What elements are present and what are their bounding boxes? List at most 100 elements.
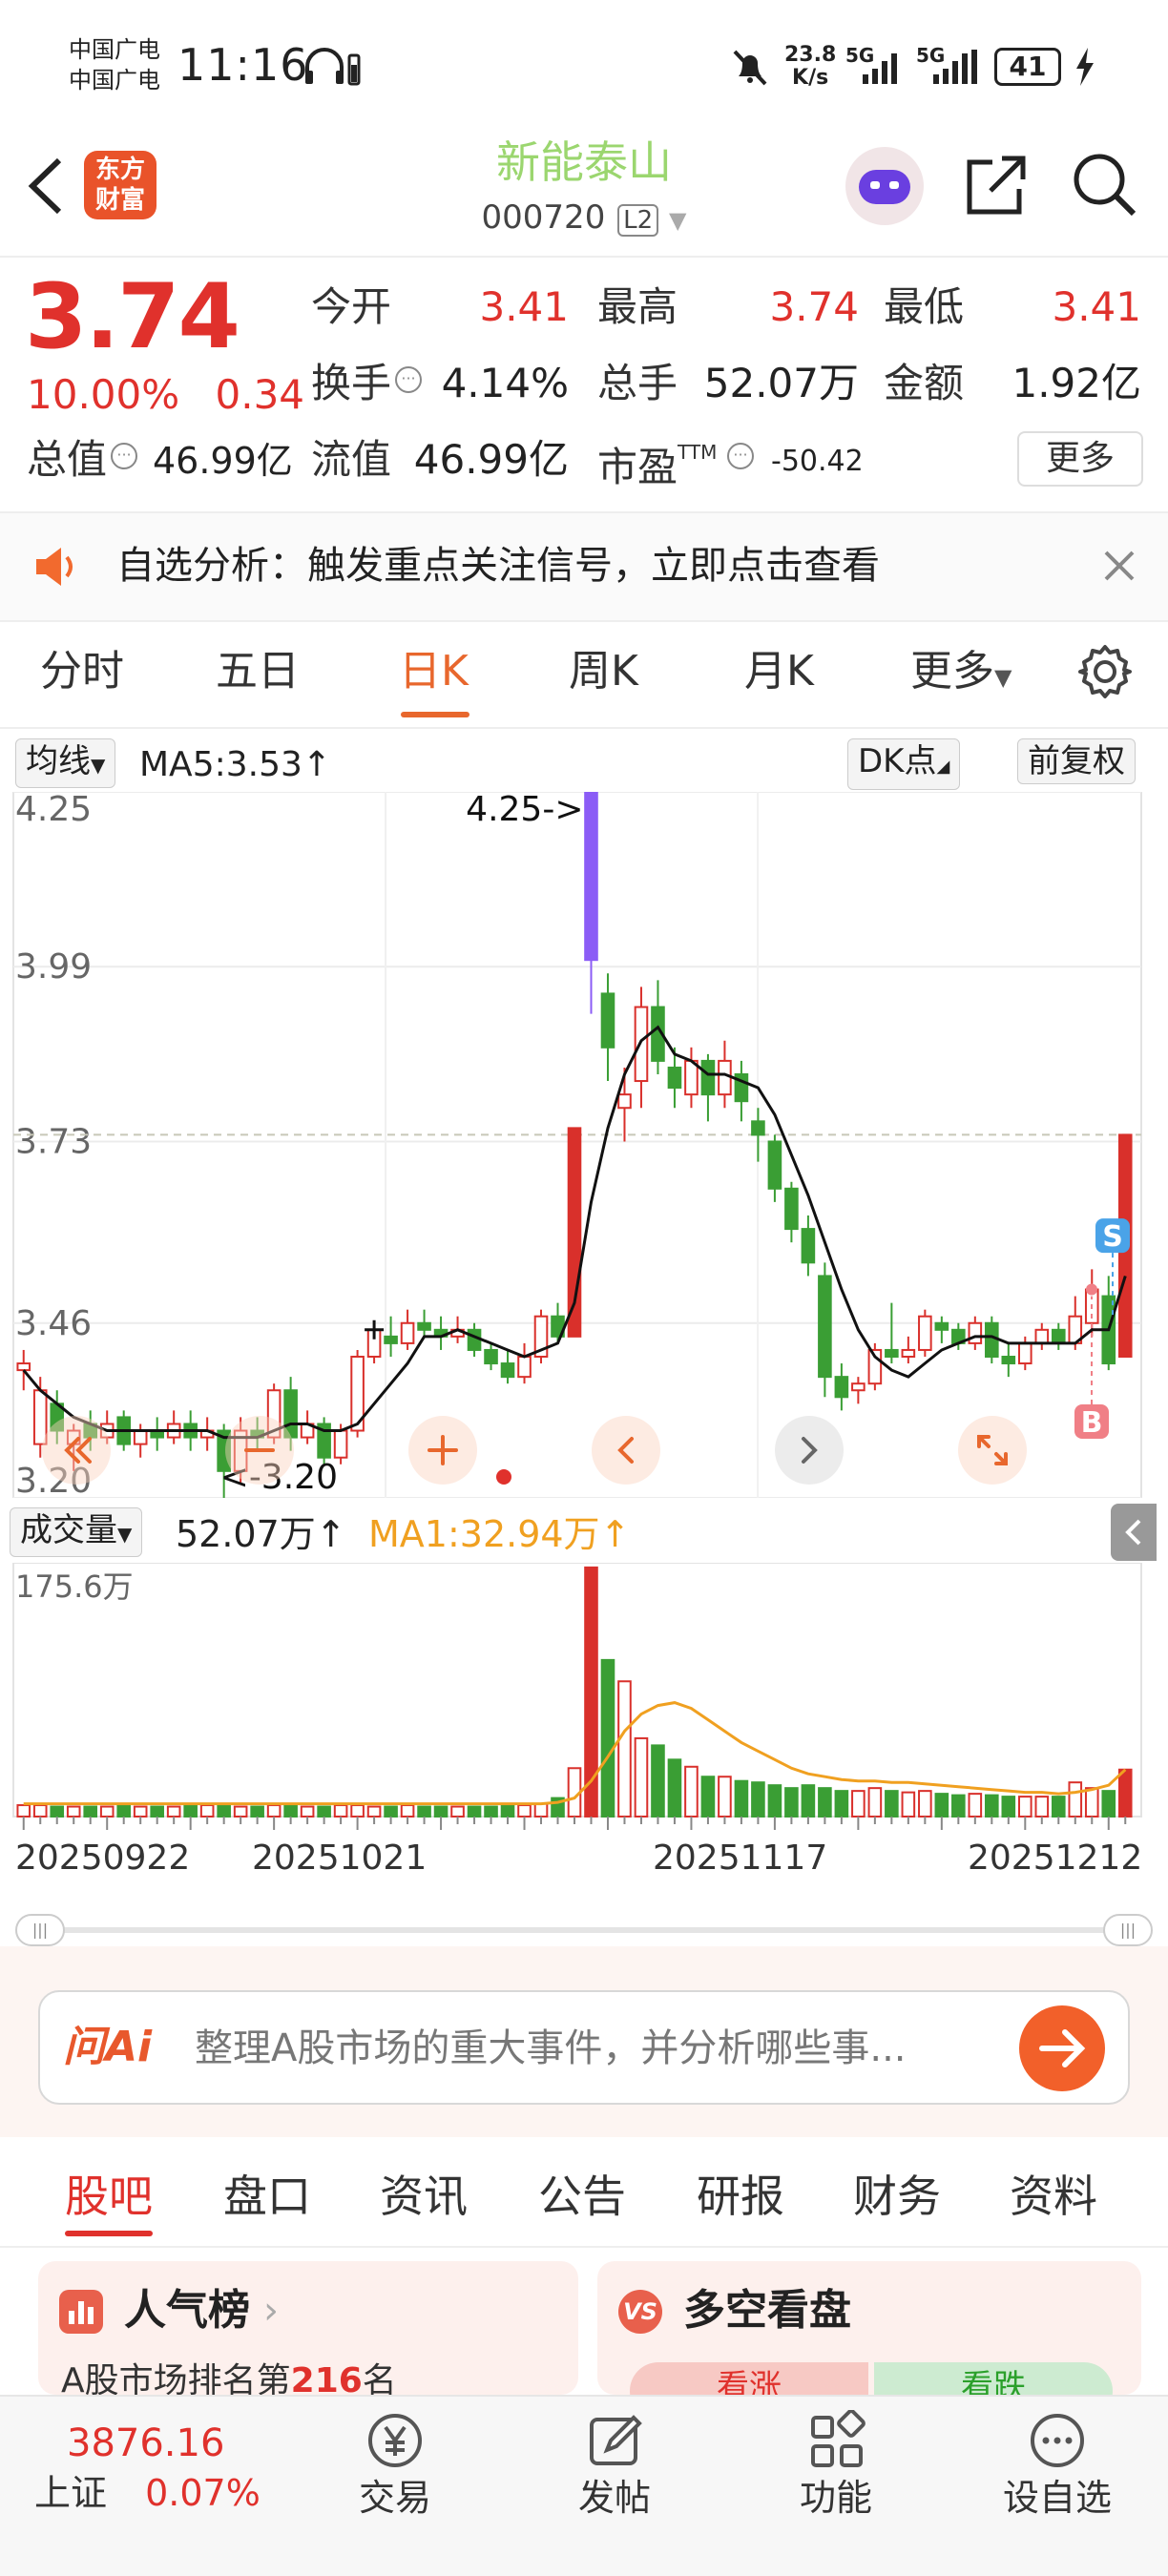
current-price: 3.74 — [25, 265, 240, 369]
index-change: 0.07% — [145, 2472, 261, 2514]
tab-news[interactable]: 资讯 — [380, 2168, 468, 2225]
share-icon[interactable] — [964, 153, 1031, 219]
volume-max-label: 175.6万 — [15, 1568, 134, 1605]
tab-daily-k[interactable]: 日K — [399, 643, 469, 700]
bearish-button[interactable]: 看跌 — [874, 2362, 1113, 2395]
tab-finance[interactable]: 财务 — [853, 2168, 941, 2225]
zoom-in-button[interactable] — [408, 1416, 477, 1485]
kline-chart[interactable]: 4.253.993.733.463.204.25-><-3.20SB — [0, 792, 1168, 1498]
date-label: 20251212 — [968, 1839, 1143, 1878]
stock-code: 000720 — [481, 198, 606, 237]
chevron-right-button[interactable] — [775, 1416, 844, 1485]
dk-points-button[interactable]: DK点◢ — [847, 738, 961, 790]
info-icon[interactable]: ··· — [727, 443, 754, 469]
volume-bar — [317, 1805, 331, 1818]
volume-bar — [818, 1787, 832, 1818]
more-button[interactable]: 更多 — [1017, 431, 1143, 487]
bull-bear-card[interactable]: VS 多空看盘 看涨 看跌 — [597, 2261, 1141, 2395]
search-icon[interactable] — [1071, 151, 1139, 219]
volume-bar — [150, 1805, 164, 1818]
volume-indicator-select[interactable]: 成交量▼ — [10, 1507, 143, 1557]
float-cap-label: 流值 — [311, 436, 392, 483]
adjust-button[interactable]: 前复权 — [1017, 738, 1136, 784]
pe-ttm: TTM — [678, 441, 718, 464]
volume-bar — [718, 1776, 732, 1818]
volume-bar — [400, 1804, 415, 1818]
volume-bar — [968, 1793, 983, 1818]
status-bar: 中国广电 中国广电 11:16 23.8 K/s 5G 5G 41 — [0, 0, 1168, 134]
tab-timeshare[interactable]: 分时 — [40, 643, 124, 700]
volume-bar — [116, 1804, 131, 1818]
speaker-icon — [36, 548, 73, 586]
bullish-button[interactable]: 看涨 — [630, 2362, 868, 2395]
y-tick-label: 3.99 — [15, 947, 92, 987]
date-label: 20251021 — [252, 1839, 428, 1878]
low-label: 最低 — [884, 283, 965, 330]
tab-five-day[interactable]: 五日 — [216, 643, 300, 700]
index-ticker[interactable]: 3876.16 上证 0.07% — [34, 2420, 302, 2519]
candle-body — [484, 1348, 498, 1365]
date-label: 20251117 — [653, 1839, 828, 1878]
volume-bar — [66, 1805, 81, 1818]
popularity-card[interactable]: 人气榜 › A股市场排名第216名 — [38, 2261, 578, 2395]
candle-body — [968, 1321, 983, 1344]
volume-bar — [784, 1787, 799, 1818]
tab-profile[interactable]: 资料 — [1010, 2168, 1097, 2225]
volume-bar — [901, 1791, 916, 1818]
chart-scrollbar[interactable]: ||| ||| — [15, 1914, 1153, 1946]
tab-monthly-k[interactable]: 月K — [744, 643, 814, 700]
candle-body — [985, 1321, 999, 1358]
scrollbar-right-handle[interactable]: ||| — [1103, 1914, 1153, 1946]
volume-bar — [801, 1784, 816, 1818]
volume-bar — [751, 1781, 765, 1818]
net-speed-unit: K/s — [792, 66, 829, 90]
set-watchlist-button[interactable]: 设自选 — [981, 2410, 1134, 2521]
dropdown-caret-icon: ▼ — [994, 664, 1012, 691]
arrow-right-icon — [1039, 2029, 1086, 2067]
corner-triangle-icon: ◢ — [936, 757, 950, 777]
candle-body — [584, 792, 598, 962]
ai-send-button[interactable] — [1019, 2005, 1105, 2091]
tab-announcements[interactable]: 公告 — [538, 2168, 626, 2225]
collapse-panel-button[interactable] — [1111, 1504, 1157, 1561]
volume-bar — [16, 1804, 31, 1818]
functions-button[interactable]: 功能 — [760, 2410, 912, 2521]
volume-chart[interactable]: 175.6万 — [0, 1563, 1168, 1839]
candle-body — [600, 992, 615, 1049]
settings-gear-icon[interactable] — [1076, 643, 1134, 700]
robot-assistant-icon[interactable] — [845, 147, 924, 225]
tab-research[interactable]: 研报 — [697, 2168, 784, 2225]
y-tick-label: 4.25 — [15, 792, 92, 829]
scrollbar-left-handle[interactable]: ||| — [15, 1914, 65, 1946]
battery-level: 41 — [1009, 51, 1047, 82]
period-tabs: 分时 五日 日K 周K 月K 更多▼ — [0, 624, 1168, 729]
indicator-select[interactable]: 均线▼ — [15, 738, 116, 788]
info-icon[interactable]: ··· — [395, 366, 422, 393]
expand-button[interactable] — [958, 1416, 1027, 1485]
volume-bar — [517, 1804, 532, 1818]
zoom-out-button[interactable] — [225, 1416, 294, 1485]
tab-guba[interactable]: 股吧 — [65, 2168, 153, 2225]
chevron-left-button[interactable] — [592, 1416, 660, 1485]
signal-1-icon — [863, 53, 897, 84]
date-label: 20250922 — [15, 1839, 191, 1878]
close-icon[interactable] — [1103, 550, 1136, 582]
functions-label: 功能 — [799, 2477, 872, 2519]
double-chevron-left-button[interactable] — [42, 1416, 111, 1485]
volume-bar — [918, 1790, 932, 1818]
candle-body — [32, 1389, 48, 1445]
tab-pankou[interactable]: 盘口 — [223, 2168, 311, 2225]
volume-bar — [250, 1805, 264, 1818]
tab-more[interactable]: 更多▼ — [910, 643, 1012, 706]
index-value: 3876.16 — [67, 2421, 225, 2465]
post-button[interactable]: 发帖 — [538, 2410, 691, 2521]
tab-weekly-k[interactable]: 周K — [569, 643, 638, 700]
open-label: 今开 — [311, 283, 392, 330]
ai-search-box[interactable]: 问Ai 整理A股市场的重大事件，并分析哪些事... — [38, 1990, 1130, 2105]
volume-bar — [1034, 1796, 1050, 1818]
kline-indicator-row: 均线▼ MA5:3.53↑ DK点◢ 前复权 — [0, 733, 1168, 790]
info-icon[interactable]: ··· — [111, 443, 137, 469]
candle-body — [801, 1228, 816, 1264]
nav-button-bg — [958, 1416, 1027, 1485]
trade-button[interactable]: 交易 — [319, 2410, 471, 2521]
